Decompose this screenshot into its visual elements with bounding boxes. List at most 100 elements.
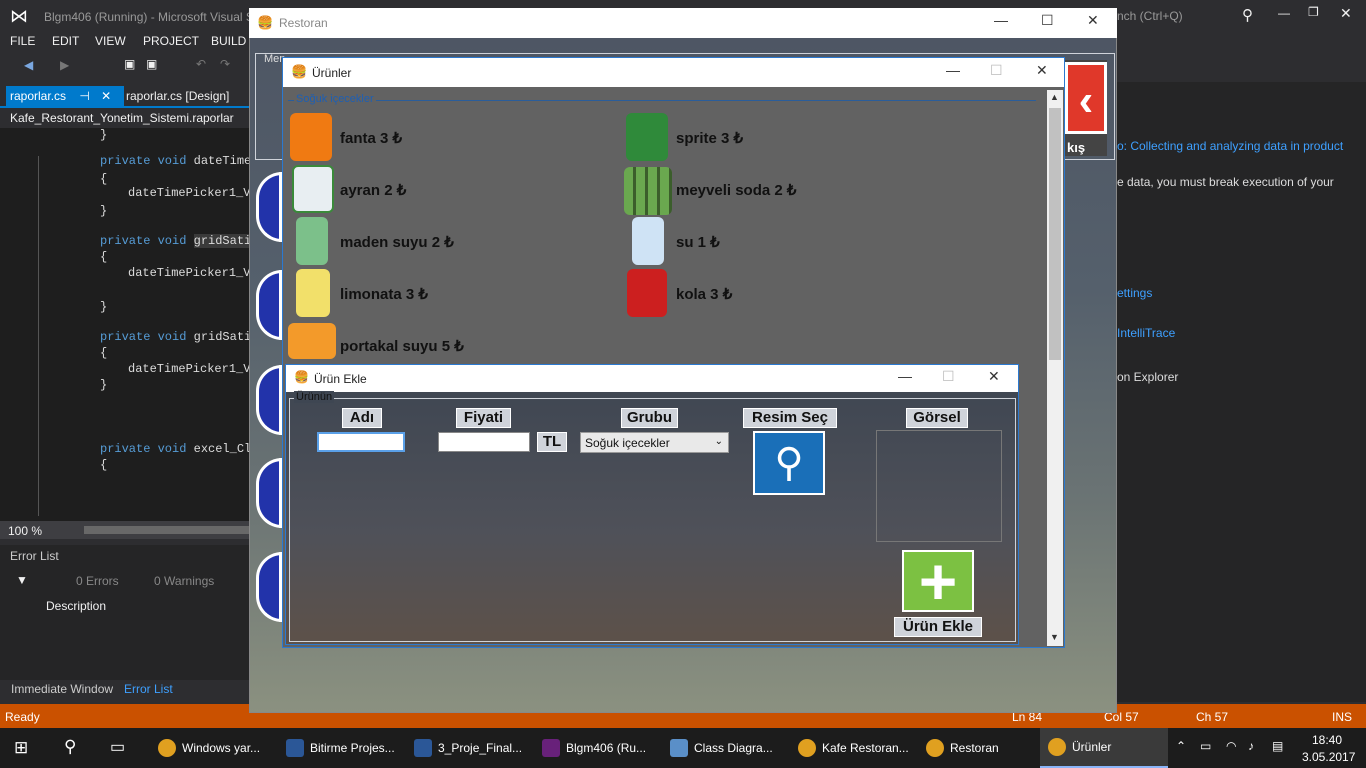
description-header[interactable]: Description xyxy=(46,599,106,613)
maximize-icon[interactable]: ☐ xyxy=(1041,12,1054,29)
save-all-icon[interactable]: ▣ xyxy=(146,57,157,71)
maximize-icon[interactable]: ☐ xyxy=(990,62,1003,79)
warnings-count[interactable]: 0 Warnings xyxy=(154,574,214,588)
menu-project[interactable]: PROJECT xyxy=(143,34,199,48)
product-name[interactable]: su 1 ₺ xyxy=(676,233,720,251)
urun-ekle-label[interactable]: Ürün Ekle xyxy=(894,617,982,637)
taskbar-item-class-diagram[interactable]: Class Diagra... xyxy=(662,728,788,768)
clock-time[interactable]: 18:40 xyxy=(1312,733,1342,747)
product-name[interactable]: kola 3 ₺ xyxy=(676,285,732,303)
zoom-level[interactable]: 100 % xyxy=(8,524,42,538)
grubu-label: Grubu xyxy=(621,408,678,428)
word-icon xyxy=(414,739,432,757)
menu-view[interactable]: VIEW xyxy=(95,34,126,48)
taskbar-item-kafe[interactable]: Kafe Restoran... xyxy=(790,728,916,768)
minimize-icon[interactable]: — xyxy=(898,368,912,384)
search-icon[interactable]: ⚲ xyxy=(1242,6,1253,24)
product-name[interactable]: limonata 3 ₺ xyxy=(340,285,428,303)
urunler-scrollbar[interactable]: ▲ ▼ xyxy=(1047,90,1063,646)
redo-icon[interactable]: ↷ xyxy=(220,57,230,71)
menu-edit[interactable]: EDIT xyxy=(52,34,79,48)
tab-raporlar-cs[interactable]: raporlar.cs ⊣ ✕ xyxy=(6,86,124,106)
taskbar-item-restoran[interactable]: Restoran xyxy=(918,728,1038,768)
fiyati-input[interactable] xyxy=(438,432,530,452)
undo-icon[interactable]: ↶ xyxy=(196,57,206,71)
search-icon[interactable]: ⚲ xyxy=(64,737,76,757)
product-name[interactable]: portakal suyu 5 ₺ xyxy=(340,337,464,355)
battery-icon[interactable]: ▭ xyxy=(1200,739,1211,753)
product-image-su[interactable] xyxy=(632,217,664,265)
tab-error-list[interactable]: Error List xyxy=(124,682,173,696)
product-image-portakal-suyu[interactable] xyxy=(288,323,336,359)
pin-icon[interactable]: ⊣ xyxy=(79,89,89,103)
code-editor[interactable]: } private void dateTime { dateTimePicker… xyxy=(0,128,258,521)
maximize-icon[interactable]: ☐ xyxy=(942,368,955,385)
taskbar-item-label: Bitirme Projes... xyxy=(310,741,395,755)
urun-ekle-button[interactable]: + xyxy=(902,548,974,614)
product-image-sprite[interactable] xyxy=(626,113,668,161)
product-image-ayran[interactable] xyxy=(292,165,334,213)
exit-button[interactable]: ‹ kış xyxy=(1065,60,1107,156)
close-icon[interactable]: ✕ xyxy=(1087,12,1099,29)
taskbar-item-chrome[interactable]: Windows yar... xyxy=(150,728,276,768)
adi-input[interactable] xyxy=(317,432,405,452)
product-name[interactable]: fanta 3 ₺ xyxy=(340,129,402,147)
notification-icon[interactable]: ▤ xyxy=(1272,739,1283,753)
minimize-icon[interactable]: — xyxy=(994,12,1008,28)
volume-icon[interactable]: ♪ xyxy=(1248,739,1254,753)
scroll-thumb[interactable] xyxy=(84,526,250,534)
solution-explorer-tab[interactable]: on Explorer xyxy=(1117,370,1178,384)
product-name[interactable]: ayran 2 ₺ xyxy=(340,181,406,199)
close-icon[interactable]: ✕ xyxy=(1340,5,1352,22)
code-line: } xyxy=(100,300,108,314)
close-icon[interactable]: ✕ xyxy=(1036,62,1048,79)
task-view-icon[interactable]: ▭ xyxy=(110,737,125,757)
product-image-meyveli-soda[interactable] xyxy=(624,167,672,215)
tab-close-icon[interactable]: ✕ xyxy=(101,89,111,103)
save-icon[interactable]: ▣ xyxy=(124,57,135,71)
product-image-limonata[interactable] xyxy=(296,269,330,317)
back-icon[interactable]: ◀ xyxy=(24,58,33,72)
menu-file[interactable]: FILE xyxy=(10,34,35,48)
taskbar-item-word1[interactable]: Bitirme Projes... xyxy=(278,728,404,768)
burger-icon: 🍔 xyxy=(291,64,308,79)
product-image-maden-suyu[interactable] xyxy=(296,217,328,265)
vs-search-text[interactable]: nch (Ctrl+Q) xyxy=(1117,9,1183,23)
product-name[interactable]: sprite 3 ₺ xyxy=(676,129,743,147)
grubu-select[interactable]: Soğuk içecekler ⌄ xyxy=(580,432,729,453)
taskbar-item-vs[interactable]: Blgm406 (Ru... xyxy=(534,728,660,768)
code-line: { xyxy=(100,458,108,472)
product-name[interactable]: maden suyu 2 ₺ xyxy=(340,233,454,251)
intellitrace-link[interactable]: IntelliTrace xyxy=(1117,326,1175,340)
product-image-kola[interactable] xyxy=(627,269,667,317)
close-icon[interactable]: ✕ xyxy=(988,368,1000,385)
resim-sec-button[interactable]: ⚲ xyxy=(753,431,825,495)
scroll-thumb[interactable] xyxy=(1049,108,1061,360)
forward-icon[interactable]: ▶ xyxy=(60,58,69,72)
tray-chevron-icon[interactable]: ⌃ xyxy=(1176,739,1186,753)
panel-link[interactable]: o: Collecting and analyzing data in prod… xyxy=(1117,139,1343,153)
wifi-icon[interactable]: ◠ xyxy=(1226,739,1236,753)
product-name[interactable]: meyveli soda 2 ₺ xyxy=(676,181,796,199)
menu-build[interactable]: BUILD xyxy=(211,34,246,48)
scroll-up-icon[interactable]: ▲ xyxy=(1050,92,1059,102)
start-icon[interactable]: ⊞ xyxy=(14,738,28,758)
tab-immediate-window[interactable]: Immediate Window xyxy=(11,682,113,696)
filter-icon[interactable]: ▼ xyxy=(16,573,28,587)
breadcrumb[interactable]: Kafe_Restorant_Yonetim_Sistemi.raporlar xyxy=(0,106,250,128)
taskbar-item-word2[interactable]: 3_Proje_Final... xyxy=(406,728,532,768)
settings-link[interactable]: ettings xyxy=(1117,286,1152,300)
taskbar-item-urunler[interactable]: Ürünler xyxy=(1040,728,1168,768)
code-line: { xyxy=(100,346,108,360)
clock-date[interactable]: 3.05.2017 xyxy=(1302,750,1355,764)
minimize-icon[interactable]: — xyxy=(1278,6,1290,20)
errors-count[interactable]: 0 Errors xyxy=(76,574,119,588)
tab-raporlar-design[interactable]: raporlar.cs [Design] xyxy=(126,86,250,106)
taskbar-item-label: 3_Proje_Final... xyxy=(438,741,523,755)
editor-scrollbar[interactable]: 100 % xyxy=(0,521,250,539)
restore-icon[interactable]: ❐ xyxy=(1308,5,1319,19)
picture-icon xyxy=(670,739,688,757)
minimize-icon[interactable]: — xyxy=(946,62,960,78)
scroll-down-icon[interactable]: ▼ xyxy=(1050,632,1059,642)
product-image-fanta[interactable] xyxy=(290,113,332,161)
